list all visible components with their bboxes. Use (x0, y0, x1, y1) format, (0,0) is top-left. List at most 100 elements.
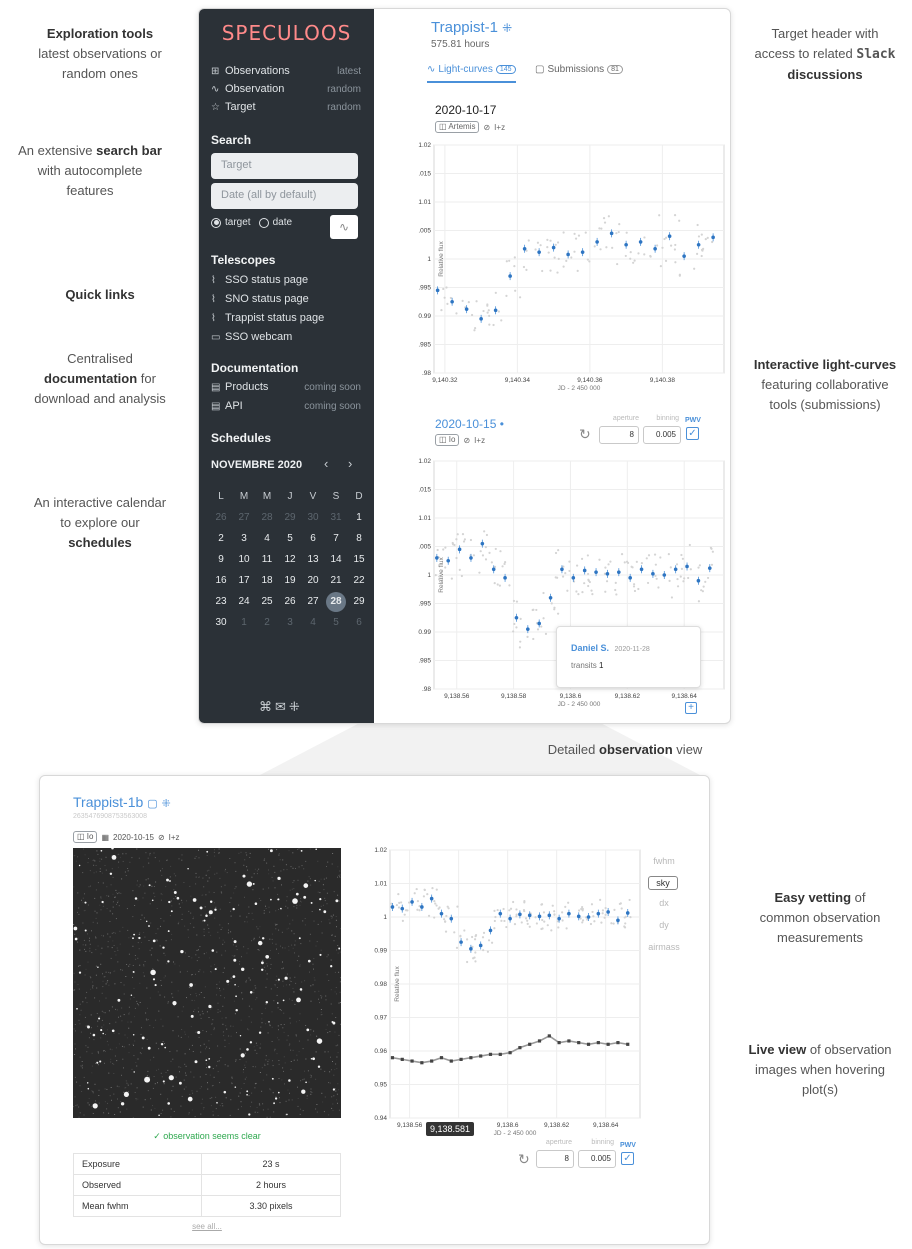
sidebar-item-target[interactable]: ☆ Target random (211, 98, 361, 116)
add-submission-button[interactable]: + (685, 702, 697, 714)
binned-point[interactable] (624, 242, 628, 247)
observation-title[interactable]: Trappist-1b ▢ ⁜ (73, 794, 171, 810)
binned-point[interactable] (662, 573, 667, 577)
binned-point[interactable] (653, 246, 657, 251)
calendar-day[interactable]: 17 (234, 571, 254, 591)
calendar-day[interactable]: 1 (349, 508, 369, 528)
binned-point[interactable] (594, 570, 598, 574)
binned-point[interactable] (420, 905, 424, 909)
binned-point[interactable] (609, 231, 614, 236)
pwv-checkbox[interactable]: ✓ (621, 1152, 634, 1165)
doc-api[interactable]: ▤ API coming soon (211, 397, 361, 415)
sky-point[interactable] (547, 1034, 551, 1038)
slack-icon[interactable]: ⁜ (502, 21, 512, 35)
target-search-input[interactable]: Target (211, 153, 358, 179)
binned-point[interactable] (446, 558, 451, 563)
binned-point[interactable] (508, 916, 512, 921)
binned-point[interactable] (580, 250, 585, 254)
binned-point[interactable] (707, 566, 712, 570)
lightcurve-chart-1[interactable]: .98.9850.99.9951.0051.01.0151.029,140.32… (399, 133, 729, 393)
aperture-input[interactable]: 8 (536, 1150, 574, 1168)
binned-point[interactable] (557, 916, 561, 921)
binned-point[interactable] (567, 911, 571, 916)
slack-icon[interactable]: ⁜ (161, 798, 170, 810)
sky-point[interactable] (626, 1042, 630, 1046)
calendar-day[interactable]: 8 (349, 529, 369, 549)
binned-point[interactable] (628, 576, 632, 580)
chart1-date[interactable]: 2020-10-17 (435, 103, 496, 117)
binned-point[interactable] (527, 913, 532, 918)
calendar-day[interactable]: 19 (280, 571, 300, 591)
binned-point[interactable] (625, 911, 630, 915)
binned-point[interactable] (469, 556, 473, 560)
calendar-day[interactable]: 13 (303, 550, 323, 570)
sky-point[interactable] (488, 1052, 493, 1056)
observation-chart[interactable]: 0.940.950.960.970.980.9911.011.029,138.5… (345, 844, 645, 1159)
binned-point[interactable] (537, 621, 541, 626)
sky-point[interactable] (557, 1041, 561, 1045)
doc-products[interactable]: ▤ Products coming soon (211, 378, 361, 396)
sky-point[interactable] (430, 1059, 434, 1063)
binned-point[interactable] (522, 246, 527, 251)
calendar-day[interactable]: 30 (211, 613, 231, 633)
binned-point[interactable] (682, 254, 686, 258)
calendar-day[interactable]: 7 (326, 529, 346, 549)
calendar-day[interactable]: 12 (280, 550, 300, 570)
calendar-day[interactable]: 16 (211, 571, 231, 591)
calendar-day[interactable]: 25 (257, 592, 277, 612)
binned-point[interactable] (667, 234, 672, 238)
binned-point[interactable] (518, 912, 522, 917)
binned-point[interactable] (537, 250, 541, 254)
binned-point[interactable] (400, 906, 405, 911)
binned-point[interactable] (586, 915, 591, 919)
calendar-day[interactable]: 26 (211, 508, 231, 528)
binned-point[interactable] (498, 911, 503, 916)
binned-point[interactable] (639, 567, 644, 572)
binned-point[interactable] (450, 299, 454, 304)
calendar-day[interactable]: 11 (257, 550, 277, 570)
binned-point[interactable] (547, 913, 552, 918)
radio-date[interactable] (258, 217, 269, 228)
comment-icon[interactable]: ▢ (147, 798, 157, 810)
target-title[interactable]: Trappist-1 ⁜ (431, 19, 512, 36)
binned-point[interactable] (508, 274, 512, 278)
binning-input[interactable]: 0.005 (578, 1150, 616, 1168)
calendar-day[interactable]: 26 (280, 592, 300, 612)
sky-point[interactable] (616, 1041, 620, 1045)
binned-point[interactable] (617, 570, 621, 574)
sky-point[interactable] (439, 1056, 444, 1060)
github-icon[interactable]: ⌘ (259, 699, 275, 714)
binned-point[interactable] (493, 308, 498, 313)
binned-point[interactable] (571, 576, 576, 580)
link-sso-status[interactable]: ⌇ SSO status page (211, 271, 361, 289)
sky-point[interactable] (596, 1041, 600, 1045)
calendar-day[interactable]: 6 (349, 613, 369, 633)
binned-point[interactable] (478, 943, 483, 948)
binned-point[interactable] (576, 914, 581, 919)
binned-point[interactable] (480, 541, 485, 546)
calendar-day[interactable]: 20 (303, 571, 323, 591)
sky-point[interactable] (508, 1051, 512, 1055)
calendar-day[interactable]: 22 (349, 571, 369, 591)
sky-point[interactable] (606, 1042, 610, 1046)
binned-point[interactable] (435, 556, 439, 560)
binned-point[interactable] (582, 568, 587, 573)
binned-point[interactable] (526, 627, 530, 631)
sky-point[interactable] (420, 1061, 424, 1065)
binned-point[interactable] (566, 252, 570, 257)
calendar-day[interactable]: 2 (211, 529, 231, 549)
sidebar-item-observation[interactable]: ∿ Observation random (211, 80, 361, 98)
pwv-checkbox[interactable]: ✓ (686, 427, 699, 440)
calendar-day[interactable]: 23 (211, 592, 231, 612)
calendar-day[interactable]: 3 (234, 529, 254, 549)
measure-dy[interactable]: dy (644, 920, 684, 930)
calendar-day[interactable]: 29 (349, 592, 369, 612)
calendar-day[interactable]: 9 (211, 550, 231, 570)
sky-point[interactable] (410, 1059, 414, 1063)
calendar-prev-button[interactable]: ‹ (324, 456, 328, 471)
sky-point[interactable] (537, 1039, 542, 1043)
binned-point[interactable] (696, 242, 701, 247)
binned-point[interactable] (449, 916, 454, 921)
calendar-day[interactable]: 27 (234, 508, 254, 528)
binned-point[interactable] (605, 572, 610, 576)
